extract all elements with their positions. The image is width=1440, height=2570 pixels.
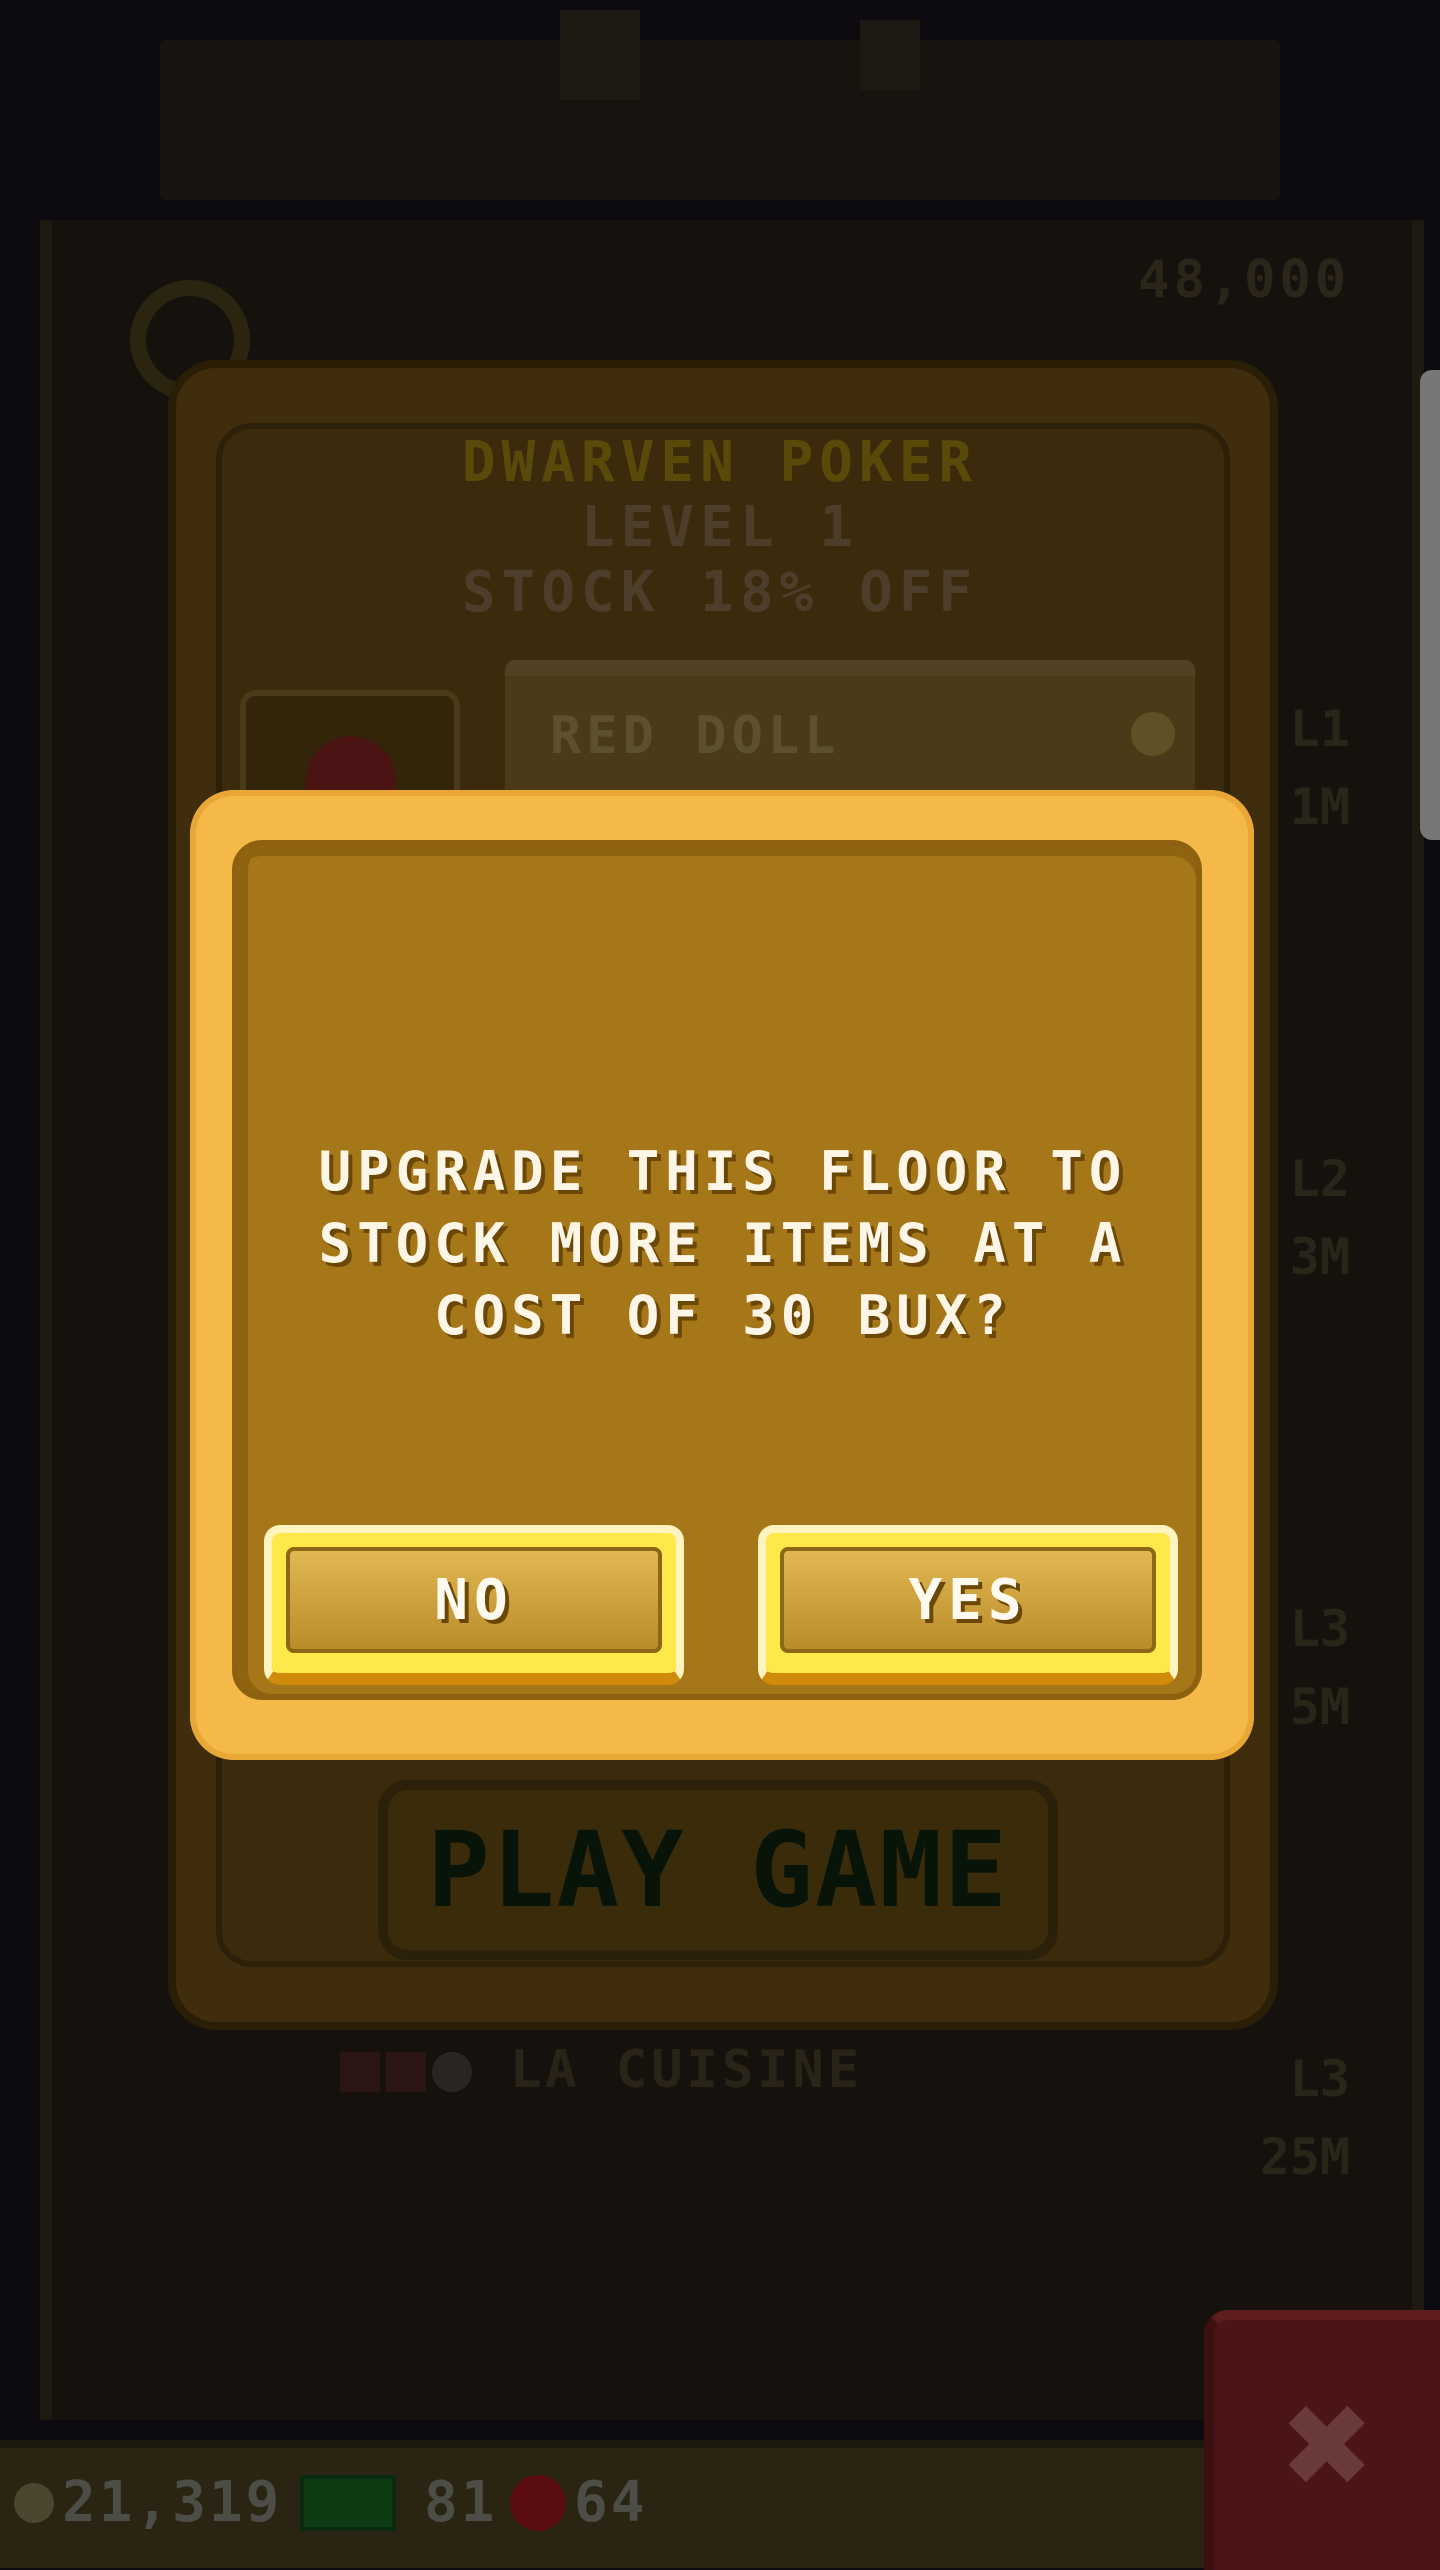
status-icon (340, 2052, 380, 2092)
floor-status-icons (340, 2052, 472, 2092)
coins-value: 21,319 (62, 2470, 283, 2535)
yes-button[interactable]: YES (758, 1525, 1178, 1685)
close-button[interactable]: ✖ (1204, 2310, 1440, 2570)
tickets-value: 64 (574, 2470, 648, 2535)
right-label-2: L2 3M (1289, 1150, 1350, 1286)
coin-icon (14, 2482, 54, 2523)
no-button-label: NO (286, 1547, 662, 1653)
item-name: RED DOLL (550, 706, 841, 766)
right-label-4: L3 25M (1259, 2050, 1350, 2186)
no-button[interactable]: NO (264, 1525, 684, 1685)
clock-icon (432, 2052, 472, 2092)
yes-button-label: YES (780, 1547, 1156, 1653)
top-floor-price: 48,000 (1138, 250, 1350, 310)
floor-level: LEVEL 1 (580, 495, 859, 560)
play-game-button[interactable]: PLAY GAME (378, 1780, 1058, 1960)
bux-icon (300, 2474, 396, 2531)
floor-name-la-cuisine: LA CUISINE (510, 2040, 864, 2100)
bux-stat: 81 (300, 2470, 497, 2535)
roof-silhouette (160, 10, 1280, 200)
status-icon (386, 2052, 426, 2092)
right-label-1: L1 1M (1289, 700, 1350, 836)
ticket-icon (510, 2474, 566, 2531)
floor-name: DWARVEN POKER (461, 430, 979, 495)
floor-stock-discount: STOCK 18% OFF (461, 560, 979, 625)
coins-stat: 21,319 (14, 2470, 282, 2535)
right-label-3: L3 5M (1289, 1600, 1350, 1736)
bux-value: 81 (424, 2470, 498, 2535)
coin-icon (1131, 712, 1175, 756)
dialog-message: UPGRADE THIS FLOOR TO STOCK MORE ITEMS A… (318, 1140, 1128, 1347)
close-icon: ✖ (1283, 2358, 1375, 2532)
tickets-stat: 64 (510, 2470, 647, 2535)
